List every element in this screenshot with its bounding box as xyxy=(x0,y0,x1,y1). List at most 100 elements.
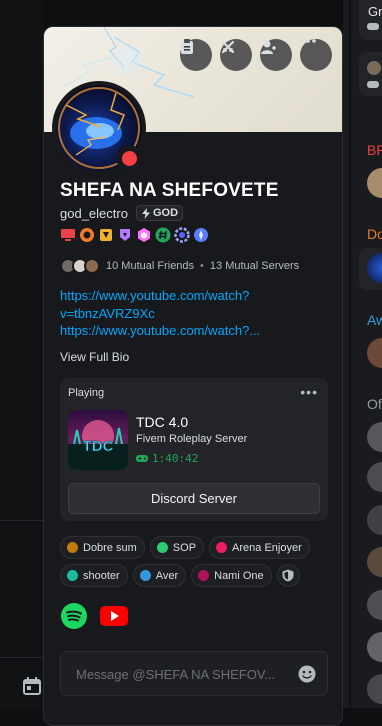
avatar[interactable] xyxy=(367,632,382,662)
more-icon xyxy=(300,39,316,43)
message-input[interactable]: Message @SHEFA NA SHEFOV... xyxy=(60,651,328,696)
bio-link-continued[interactable]: v=tbnzAVRZ9Xc xyxy=(60,305,310,323)
controller-icon xyxy=(367,23,379,30)
avatar[interactable] xyxy=(367,338,382,368)
shield-icon xyxy=(282,569,294,582)
avatar[interactable] xyxy=(367,547,382,577)
avatar[interactable] xyxy=(367,422,382,452)
role-name: Dobre sum xyxy=(83,541,137,554)
bio: https://www.youtube.com/watch? v=tbnzAVR… xyxy=(60,287,310,340)
mutual-friends[interactable]: 10 Mutual Friends xyxy=(106,260,194,272)
role-chip[interactable]: Dobre sum xyxy=(60,536,145,559)
divider xyxy=(0,657,43,658)
divider xyxy=(0,520,43,521)
add-friend-button[interactable] xyxy=(260,39,292,71)
role-color-dot xyxy=(156,542,168,553)
controller-icon xyxy=(136,455,148,462)
username[interactable]: god_electro xyxy=(60,206,128,221)
no-mic-icon xyxy=(221,40,235,54)
lightning-icon xyxy=(141,207,150,219)
message-placeholder: Message @SHEFA NA SHEFOV... xyxy=(76,667,276,682)
game-art-text: TDC xyxy=(83,438,114,455)
role-color-dot xyxy=(139,570,151,581)
discord-server-button[interactable]: Discord Server xyxy=(68,483,320,514)
member-section-label: BR xyxy=(367,142,382,158)
view-full-bio-link[interactable]: View Full Bio xyxy=(60,350,129,364)
divider xyxy=(349,0,351,708)
emoji-icon[interactable] xyxy=(298,665,316,683)
game-title: TDC 4.0 xyxy=(136,414,189,430)
boost-badge[interactable] xyxy=(117,227,133,243)
member-section-label: Do xyxy=(367,226,382,242)
member-section-label: Of xyxy=(367,396,382,412)
display-name: SHEFA NA SHEFOVETE xyxy=(60,180,279,201)
avatar xyxy=(367,61,381,75)
member-section-label: Aw xyxy=(367,312,382,328)
mutual-avatars xyxy=(60,258,100,274)
gear-badge[interactable] xyxy=(174,227,190,243)
calendar-icon[interactable] xyxy=(22,676,42,696)
bio-link[interactable]: https://www.youtube.com/watch?... xyxy=(60,322,310,340)
role-chip[interactable]: shooter xyxy=(60,564,128,587)
role-name: Nami One xyxy=(214,569,264,582)
add-friend-icon xyxy=(261,40,276,54)
youtube-connection[interactable] xyxy=(100,602,128,630)
role-name: SOP xyxy=(172,541,197,554)
badge-list xyxy=(60,227,209,243)
hashtag-badge[interactable] xyxy=(155,227,171,243)
left-background xyxy=(0,0,43,708)
role-chip[interactable]: Arena Enjoyer xyxy=(209,536,310,559)
nitro-desktop-badge[interactable] xyxy=(60,227,76,243)
role-color-dot xyxy=(198,570,210,581)
role-name: Arena Enjoyer xyxy=(232,541,302,554)
role-list: Dobre sum SOP Arena Enjoyer shooter Aver… xyxy=(60,536,330,587)
hypesquad-badge[interactable] xyxy=(98,227,114,243)
role-name: shooter xyxy=(83,569,120,582)
elapsed-time: 1:40:42 xyxy=(136,452,198,465)
more-button[interactable] xyxy=(300,39,332,71)
avatar[interactable] xyxy=(367,505,382,535)
guild-tag[interactable]: GOD xyxy=(135,205,184,221)
mute-button[interactable] xyxy=(220,39,252,71)
separator-dot: • xyxy=(200,260,204,272)
clipboard-button[interactable] xyxy=(180,39,212,71)
mutual-servers[interactable]: 13 Mutual Servers xyxy=(210,260,299,272)
activity-heading: Playing xyxy=(68,387,105,399)
game-subtitle: Fivem Roleplay Server xyxy=(136,433,248,445)
activity-card: Playing ••• TDC TDC 4.0 Fivem Roleplay S… xyxy=(60,378,328,521)
user-profile-popout: SHEFA NA SHEFOVETE god_electro GOD 10 Mu… xyxy=(43,26,343,726)
role-color-dot xyxy=(67,570,78,581)
avatar[interactable] xyxy=(367,674,382,704)
orbs-badge[interactable] xyxy=(79,227,95,243)
status-indicator-dnd xyxy=(116,145,142,171)
youtube-icon xyxy=(100,606,128,626)
elapsed-time-value: 1:40:42 xyxy=(152,452,199,465)
add-role-button[interactable] xyxy=(276,564,300,587)
spotify-connection[interactable] xyxy=(60,602,88,630)
quest-badge[interactable] xyxy=(136,227,152,243)
connections xyxy=(60,602,128,630)
role-chip[interactable]: Nami One xyxy=(191,564,272,587)
game-artwork: TDC xyxy=(68,410,128,470)
role-chip[interactable]: SOP xyxy=(149,536,205,559)
username-row: god_electro GOD xyxy=(60,205,184,221)
member-name: Gr xyxy=(368,4,382,19)
bio-link[interactable]: https://www.youtube.com/watch? xyxy=(60,287,310,305)
avatar-frame[interactable] xyxy=(52,81,146,175)
spotify-icon xyxy=(61,603,87,629)
role-name: Aver xyxy=(155,569,179,582)
avatar xyxy=(84,258,100,274)
activity-more-icon[interactable]: ••• xyxy=(300,384,318,400)
game-art: TDC xyxy=(68,420,128,470)
avatar[interactable] xyxy=(367,462,382,492)
member-list-strip: Gr Co BR Do Aw Of xyxy=(343,0,382,708)
role-color-dot xyxy=(216,542,228,553)
role-color-dot xyxy=(67,542,78,553)
role-chip[interactable]: Aver xyxy=(132,564,187,587)
compass-badge[interactable] xyxy=(193,227,209,243)
mutuals-row[interactable]: 10 Mutual Friends • 13 Mutual Servers xyxy=(60,258,299,274)
clipboard-icon xyxy=(181,39,193,54)
guild-tag-label: GOD xyxy=(152,207,179,219)
avatar[interactable] xyxy=(367,590,382,620)
avatar[interactable] xyxy=(367,168,382,198)
